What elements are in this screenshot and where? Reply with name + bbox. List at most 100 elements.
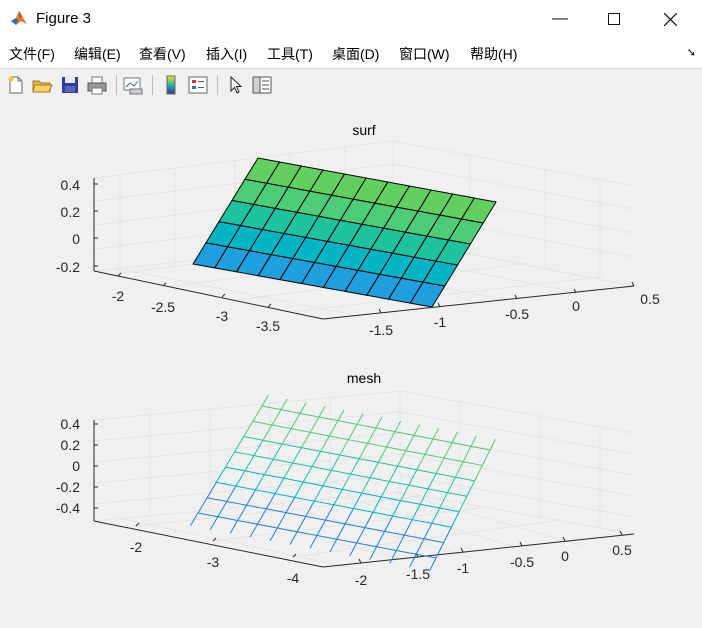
mesh-line — [369, 462, 379, 479]
mesh-line — [253, 440, 264, 456]
close-button[interactable] — [642, 0, 698, 38]
mesh-line — [314, 500, 334, 506]
mesh-line — [257, 508, 267, 525]
mesh-line — [252, 405, 263, 422]
mesh-line — [272, 443, 283, 460]
mesh-line — [311, 451, 322, 467]
mesh-line — [320, 435, 330, 452]
mesh-line — [462, 446, 472, 462]
menu-insert[interactable]: 插入(I) — [206, 44, 247, 64]
menu-edit[interactable]: 编辑(E) — [74, 44, 121, 64]
mesh-line — [470, 435, 477, 447]
mesh-line — [310, 431, 330, 437]
menu-tools[interactable]: 工具(T) — [267, 44, 313, 64]
mesh-line — [226, 485, 237, 502]
maximize-icon — [608, 13, 620, 25]
mesh-line — [243, 436, 264, 441]
maximize-button[interactable] — [586, 0, 642, 38]
minimize-button[interactable]: — — [532, 0, 588, 38]
mesh-line — [313, 485, 324, 502]
mesh-line — [397, 450, 407, 467]
menu-help[interactable]: 帮助(H) — [470, 44, 517, 64]
print-icon[interactable] — [86, 74, 108, 96]
mesh-line — [209, 516, 219, 530]
mesh-line — [273, 458, 293, 464]
mesh-line — [416, 469, 437, 474]
plots-canvas[interactable]: surf 0.4 0.2 0 -0.2 -2 -2.5 -3 -3.5 -1.5… — [0, 101, 702, 628]
mesh-line — [318, 416, 339, 422]
surf-x-tick: -2 — [112, 288, 125, 304]
mesh-line — [416, 454, 426, 471]
mesh-grid-line — [114, 516, 362, 571]
surf-y-tick: 0 — [572, 298, 580, 314]
minimize-icon: — — [552, 10, 568, 27]
mesh-line — [216, 481, 236, 487]
mesh-grid-line — [399, 474, 635, 518]
mesh-line — [226, 500, 247, 506]
mesh-line — [356, 413, 364, 425]
mesh-line — [336, 538, 357, 544]
link-plot-icon[interactable] — [122, 74, 144, 96]
new-figure-icon[interactable] — [5, 74, 27, 96]
mesh-line — [389, 480, 409, 486]
mesh-line — [333, 504, 354, 510]
mesh-line — [265, 493, 276, 510]
mesh-line — [324, 504, 335, 521]
menu-desktop[interactable]: 桌面(D) — [332, 44, 379, 64]
menu-file[interactable]: 文件(F) — [9, 44, 55, 64]
toolbar-separator — [116, 75, 117, 95]
mesh-line — [411, 504, 421, 520]
surf-axes[interactable]: surf 0.4 0.2 0 -0.2 -2 -2.5 -3 -3.5 -1.5… — [56, 122, 660, 338]
mesh-line — [224, 451, 236, 468]
mesh-y-tick: -0.5 — [510, 554, 534, 570]
pointer-icon[interactable] — [225, 74, 247, 96]
mesh-line — [322, 485, 343, 490]
menu-view[interactable]: 查看(V) — [139, 44, 186, 64]
mesh-line — [388, 465, 399, 482]
mesh-line — [431, 507, 441, 524]
menu-window[interactable]: 窗口(W) — [399, 44, 450, 64]
mesh-line — [455, 476, 475, 482]
mesh-line — [413, 434, 434, 440]
mesh-line — [451, 431, 459, 443]
surf-y-tick: -0.5 — [505, 306, 529, 322]
mesh-line — [291, 428, 311, 433]
mesh-line — [463, 461, 483, 466]
mesh-line — [289, 531, 298, 545]
mesh-line — [262, 424, 273, 441]
mesh-grid-line — [269, 501, 471, 558]
mesh-line — [269, 527, 278, 542]
mesh-line — [294, 496, 315, 502]
mesh-line — [404, 534, 425, 540]
mesh-y-tick: -1 — [457, 560, 470, 576]
open-file-icon[interactable] — [31, 74, 53, 96]
mesh-line — [424, 453, 445, 459]
mesh-z-tick: -0.2 — [56, 479, 80, 495]
mesh-line — [337, 420, 358, 425]
mesh-line — [271, 424, 292, 430]
mesh-y-tick-mark — [519, 541, 523, 547]
mesh-line — [356, 542, 377, 548]
mesh-line — [305, 515, 326, 521]
mesh-line — [331, 469, 351, 475]
mesh-line — [481, 449, 491, 466]
mesh-line — [292, 447, 302, 464]
mesh-x-tick: -4 — [287, 570, 300, 586]
surf-x-tick-mark — [117, 272, 122, 277]
colorbar-icon[interactable] — [160, 74, 182, 96]
mesh-line — [280, 398, 288, 410]
mesh-line — [378, 461, 398, 467]
toolbar — [0, 68, 702, 102]
dock-arrow-icon[interactable]: ➘ — [687, 46, 696, 59]
save-icon[interactable] — [59, 74, 81, 96]
property-inspector-icon[interactable] — [251, 74, 273, 96]
mesh-line — [235, 470, 246, 487]
mesh-line — [356, 423, 377, 429]
mesh-axes[interactable]: mesh 0.4 0.2 0 -0.2 -0.4 -2 -3 -4 -2 -1.… — [56, 370, 635, 588]
mesh-line — [255, 489, 276, 495]
mesh-line — [443, 442, 453, 459]
surf-z-tick: 0.2 — [61, 204, 81, 220]
legend-icon[interactable] — [187, 74, 209, 96]
mesh-line — [432, 427, 440, 440]
mesh-line — [359, 458, 379, 463]
